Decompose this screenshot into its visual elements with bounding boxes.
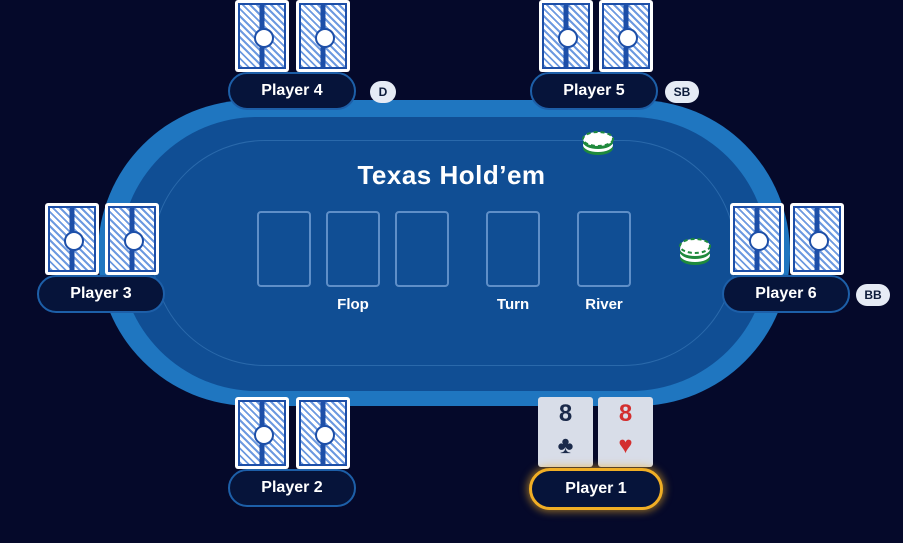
player-name: Player 6 <box>755 285 817 302</box>
river-label: River <box>585 296 623 313</box>
player-6-seat[interactable]: Player 6 <box>722 275 850 313</box>
player-name: Player 3 <box>70 285 132 302</box>
card-rank: 8 <box>558 400 573 427</box>
club-suit-icon: ♣ <box>557 432 574 459</box>
card-back-icon <box>790 203 844 275</box>
card-back-icon <box>539 0 593 72</box>
chip-stack-icon <box>679 238 711 265</box>
flop-label: Flop <box>337 296 369 313</box>
card-back-icon <box>296 0 350 72</box>
player-1-seat-active[interactable]: Player 1 <box>529 468 663 510</box>
player-5-seat[interactable]: Player 5 <box>530 72 658 110</box>
player-name: Player 5 <box>563 82 625 99</box>
player-name: Player 2 <box>261 479 323 496</box>
flop-slot-2 <box>326 211 380 287</box>
heart-suit-icon: ♥ <box>618 432 633 459</box>
turn-slot <box>486 211 540 287</box>
table-title: Texas Hold’em <box>357 160 546 190</box>
player-4-seat[interactable]: Player 4 <box>228 72 356 110</box>
card-back-icon <box>235 397 289 469</box>
dealer-button-badge: D <box>370 81 396 103</box>
card-back-icon <box>45 203 99 275</box>
chip-stack-icon <box>582 131 614 155</box>
player-3-seat[interactable]: Player 3 <box>37 275 165 313</box>
hole-card-2[interactable]: 8 ♥ <box>598 397 653 467</box>
small-blind-badge: SB <box>665 81 699 103</box>
card-back-icon <box>730 203 784 275</box>
hole-card-1[interactable]: 8 ♣ <box>538 397 593 467</box>
river-slot <box>577 211 631 287</box>
card-back-icon <box>235 0 289 72</box>
flop-slot-3 <box>395 211 449 287</box>
player-2-seat[interactable]: Player 2 <box>228 469 356 507</box>
card-rank: 8 <box>618 400 633 427</box>
card-back-icon <box>599 0 653 72</box>
turn-label: Turn <box>496 296 530 313</box>
card-back-icon <box>296 397 350 469</box>
big-blind-badge: BB <box>856 284 890 306</box>
flop-slot-1 <box>257 211 311 287</box>
card-back-icon <box>105 203 159 275</box>
player-name: Player 4 <box>261 82 323 99</box>
player-name: Player 1 <box>565 480 627 497</box>
